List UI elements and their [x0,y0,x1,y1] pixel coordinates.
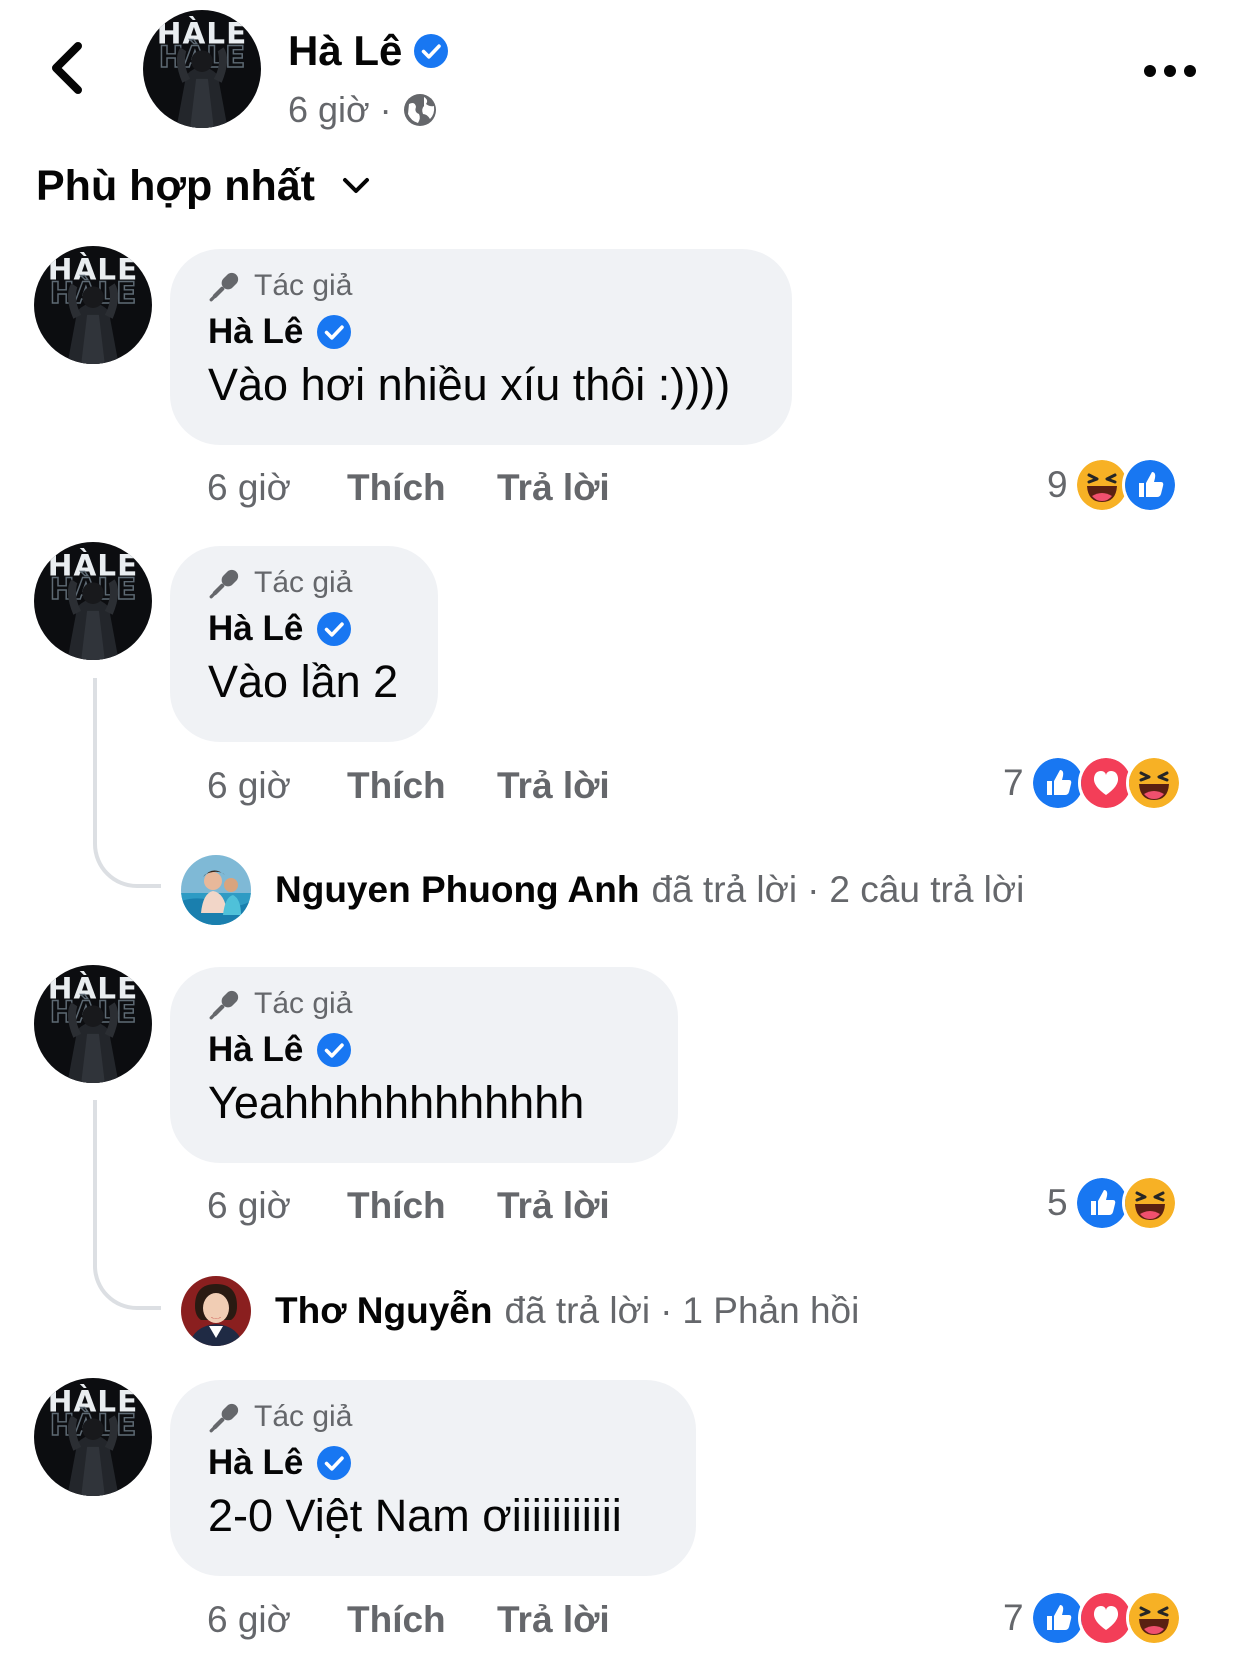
replied-text: đã trả lời [504,1290,651,1331]
comment-avatar[interactable] [34,542,152,660]
comment-bubble[interactable]: Tác giả Hà Lê 2-0 Việt Nam ơiiiiiiiiiii [170,1380,696,1576]
reaction-summary[interactable]: 5 [1047,1175,1178,1231]
author-badge: Tác giả [208,1400,658,1434]
like-button[interactable]: Thích [347,764,497,808]
comment-actions: 6 giờ Thích Trả lời [207,764,610,808]
comment-avatar[interactable] [34,246,152,364]
comment-actions: 6 giờ Thích Trả lời [207,1184,610,1228]
chevron-down-icon [342,178,369,193]
haha-reaction-icon [1125,1590,1182,1646]
like-button[interactable]: Thích [347,1598,497,1642]
reply-button[interactable]: Trả lời [497,1598,610,1642]
verified-icon [317,612,352,646]
post-time[interactable]: 6 giờ [288,88,370,132]
replier-name: Thơ Nguyễn [275,1290,493,1331]
comment-time[interactable]: 6 giờ [207,1184,347,1228]
author-avatar[interactable] [143,10,261,128]
replier-avatar [181,1276,251,1346]
comment-text: Vào lần 2 [208,656,399,707]
like-button[interactable]: Thích [347,1184,497,1228]
replies-link[interactable]: Nguyen Phuong Anh đã trả lời · 2 câu trả… [181,855,1024,925]
comment-time[interactable]: 6 giờ [207,764,347,808]
verified-icon [317,1033,352,1067]
sort-label: Phù hợp nhất [36,162,315,210]
comment-avatar[interactable] [34,965,152,1083]
back-arrow-icon [52,42,82,94]
separator: · [660,1290,673,1331]
comment-actions: 6 giờ Thích Trả lời [207,466,610,510]
comment-text: Vào hơi nhiều xíu thôi :)))) [208,359,731,410]
thread-line [93,1100,161,1310]
comment-text: 2-0 Việt Nam ơiiiiiiiiiii [208,1490,622,1541]
comment-author[interactable]: Hà Lê [208,309,754,355]
post-author-name[interactable]: Hà Lê [288,26,402,76]
replies-link[interactable]: Thơ Nguyễn đã trả lời · 1 Phản hồi [181,1276,859,1346]
comment-author[interactable]: Hà Lê [208,1027,640,1073]
microphone-icon [208,987,242,1021]
reply-count: 2 câu trả lời [829,869,1025,910]
like-reaction-icon [1121,457,1178,513]
post-meta: 6 giờ · [288,88,438,132]
reply-button[interactable]: Trả lời [497,466,610,510]
more-options-button[interactable] [1140,56,1200,86]
replier-avatar [181,855,251,925]
reaction-count: 9 [1047,464,1068,505]
verified-icon [414,34,449,68]
comment-avatar[interactable] [34,1378,152,1496]
comment-bubble[interactable]: Tác giả Hà Lê Vào lần 2 [170,546,438,742]
microphone-icon [208,1400,242,1434]
separator: · [807,869,820,910]
reply-button[interactable]: Trả lời [497,1184,610,1228]
comment-bubble[interactable]: Tác giả Hà Lê Yeahhhhhhhhhhhh [170,967,678,1163]
back-button[interactable] [44,40,94,96]
verified-icon [317,1446,352,1480]
reaction-count: 7 [1003,1597,1024,1638]
author-badge: Tác giả [208,269,754,303]
comment-time[interactable]: 6 giờ [207,1598,347,1642]
haha-reaction-icon [1121,1175,1178,1231]
sort-dropdown[interactable]: Phù hợp nhất [36,160,371,212]
replied-text: đã trả lời [651,869,798,910]
comment-author[interactable]: Hà Lê [208,606,400,652]
reaction-count: 5 [1047,1182,1068,1223]
reaction-summary[interactable]: 7 [1003,755,1182,811]
thread-line [93,678,161,888]
more-icon [1144,65,1196,77]
reply-count: 1 Phản hồi [682,1290,860,1331]
meta-separator: · [379,89,392,130]
author-badge: Tác giả [208,987,640,1021]
reaction-summary[interactable]: 7 [1003,1590,1182,1646]
reaction-summary[interactable]: 9 [1047,457,1178,513]
like-button[interactable]: Thích [347,466,497,510]
microphone-icon [208,566,242,600]
replier-name: Nguyen Phuong Anh [275,869,640,910]
post-author[interactable]: Hà Lê [288,26,449,76]
verified-icon [317,315,352,349]
haha-reaction-icon [1125,755,1182,811]
microphone-icon [208,269,242,303]
comment-text: Yeahhhhhhhhhhhh [208,1077,585,1128]
author-badge: Tác giả [208,566,400,600]
comment-actions: 6 giờ Thích Trả lời [207,1598,610,1642]
comment-author[interactable]: Hà Lê [208,1440,658,1486]
globe-icon [403,94,436,126]
reply-button[interactable]: Trả lời [497,764,610,808]
comment-bubble[interactable]: Tác giả Hà Lê Vào hơi nhiều xíu thôi :))… [170,249,792,445]
comment-time[interactable]: 6 giờ [207,466,347,510]
reaction-count: 7 [1003,762,1024,803]
